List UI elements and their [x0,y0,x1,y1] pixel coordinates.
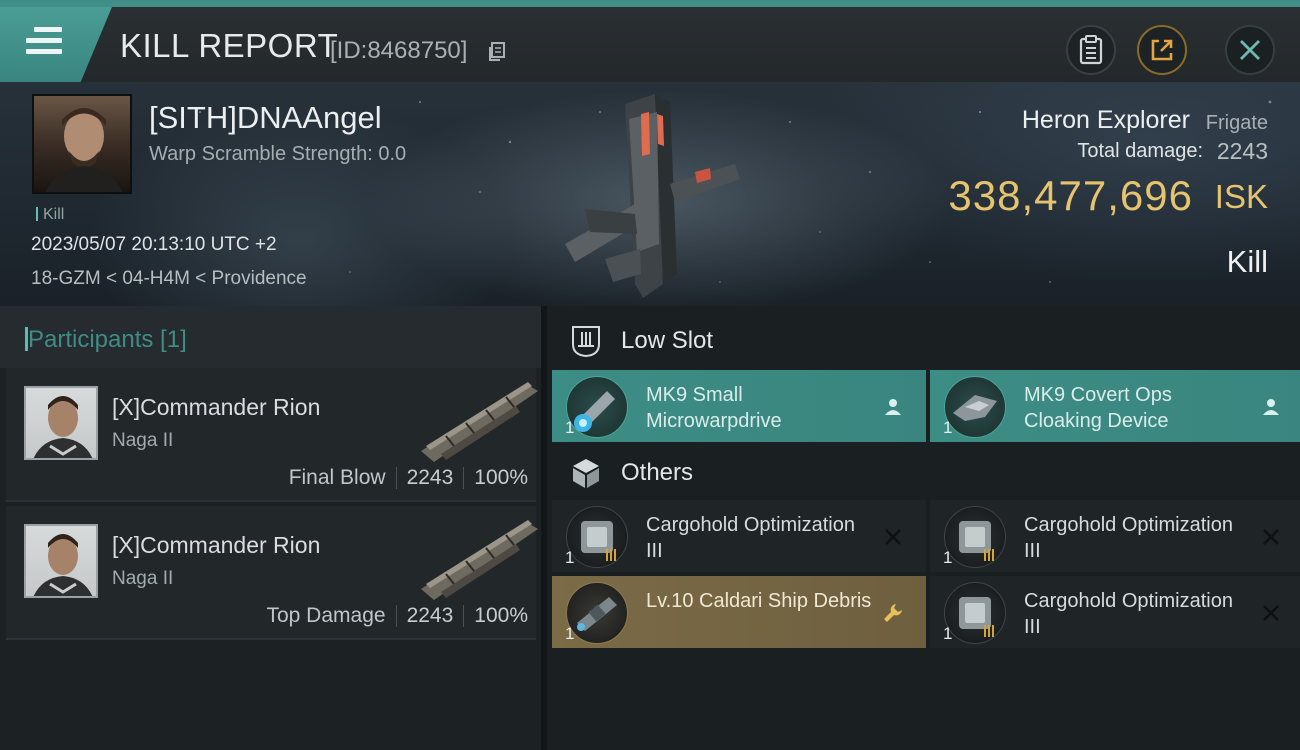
item-name: Cargohold Optimization III [1024,514,1233,562]
report-id: [ID:8468750] [330,37,468,64]
hamburger-icon [26,27,62,57]
share-icon [1151,39,1173,61]
close-icon[interactable] [882,526,904,548]
participant-card[interactable]: [X]Commander Rion Naga II Final Blow 224… [6,368,538,502]
participant-damage: 2243 [406,466,454,489]
cargo-item[interactable]: 1 Cargohold Optimization III [552,500,926,572]
cargo-item[interactable]: 1 Cargohold Optimization III [930,576,1300,648]
participant-ship: Naga II [112,430,174,451]
others-header: Others [553,442,1300,504]
page-title: KILL REPORT [120,27,339,64]
warp-scramble-strength: Warp Scramble Strength: 0.0 [149,143,407,165]
item-name: Lv.10 Caldari Ship Debris [646,590,872,612]
participant-ship: Naga II [112,568,174,589]
close-icon[interactable] [1260,526,1282,548]
cargo-item[interactable]: 1 Cargohold Optimization III [930,500,1300,572]
person-icon[interactable] [882,396,904,418]
participant-card[interactable]: [X]Commander Rion Naga II Top Damage 224… [6,506,538,640]
cloaking-device-icon [944,376,1006,438]
cargohold-optimization-icon [944,506,1006,568]
participant-percent: 100% [474,466,528,489]
cargohold-optimization-icon [566,506,628,568]
participant-damage: 2243 [406,604,454,627]
kill-datetime: 2023/05/07 20:13:10 UTC +2 [31,234,277,255]
kill-location: 18-GZM < 04-H4M < Providence [31,268,307,289]
person-icon[interactable] [1260,396,1282,418]
wrench-icon[interactable] [882,602,904,624]
participant-role: Top Damage [266,604,386,627]
victim-avatar[interactable] [32,94,132,194]
participants-panel: Participants [1] [X]Commander Rion Naga … [0,306,541,750]
participants-title: Participants [1] [25,326,187,353]
weapon-image [421,382,538,462]
ship-class: Frigate [1205,112,1268,134]
weapon-image [421,520,538,600]
module-item[interactable]: 1 MK9 Covert Ops Cloaking Device [930,370,1300,442]
participant-role: Final Blow [288,466,386,489]
ship-image [565,94,740,298]
item-quantity: 1 [943,548,953,567]
kill-summary: [SITH]DNAAngel Warp Scramble Strength: 0… [0,82,1300,306]
close-button[interactable] [1225,25,1275,75]
item-name: Cargohold Optimization III [1024,590,1233,638]
participant-name: [X]Commander Rion [112,532,321,558]
module-item[interactable]: 1 MK9 Small Microwarpdrive [552,370,926,442]
module-quantity: 1 [943,418,953,437]
fitting-panel: Low Slot 1 MK9 Small Microwarpdrive 1 MK… [541,306,1300,750]
close-icon [1240,40,1260,60]
top-bar: KILL REPORT [ID:8468750] [0,0,1300,82]
participant-stats: Final Blow 2243 100% [289,466,528,490]
ship-name: Heron Explorer [1021,106,1190,134]
isk-unit: ISK [1214,178,1268,215]
menu-button[interactable] [0,7,112,82]
total-damage-label: Total damage: [1077,140,1203,162]
copy-icon[interactable] [488,42,506,62]
clipboard-icon [1079,35,1103,65]
kill-tag: Kill [36,206,64,224]
ship-debris-icon [566,582,628,644]
item-name: Cargohold Optimization III [646,514,855,562]
total-damage-value: 2243 [1216,138,1268,164]
participant-avatar[interactable] [24,386,98,460]
low-slot-icon [572,326,600,358]
module-quantity: 1 [565,418,575,437]
clipboard-button[interactable] [1066,25,1116,75]
item-quantity: 1 [565,548,575,567]
share-button[interactable] [1137,25,1187,75]
module-name: MK9 Small Microwarpdrive [646,384,782,432]
others-title: Others [621,459,694,486]
cargo-item[interactable]: 1 Lv.10 Caldari Ship Debris [552,576,926,648]
microwarpdrive-icon [566,376,628,438]
low-slot-header: Low Slot [553,310,1300,372]
cargohold-optimization-icon [944,582,1006,644]
cube-icon [573,459,599,488]
participant-stats: Top Damage 2243 100% [266,604,528,628]
item-quantity: 1 [943,624,953,643]
low-slot-title: Low Slot [621,327,714,354]
participant-name: [X]Commander Rion [112,394,321,420]
item-quantity: 1 [565,624,575,643]
participant-avatar[interactable] [24,524,98,598]
close-icon[interactable] [1260,602,1282,624]
isk-value: 338,477,696 [948,172,1193,219]
kill-result: Kill [1226,244,1268,279]
participant-percent: 100% [474,604,528,627]
participants-header: Participants [1] [0,306,541,368]
victim-name: [SITH]DNAAngel [149,100,382,135]
module-name: MK9 Covert Ops Cloaking Device [1024,384,1172,432]
